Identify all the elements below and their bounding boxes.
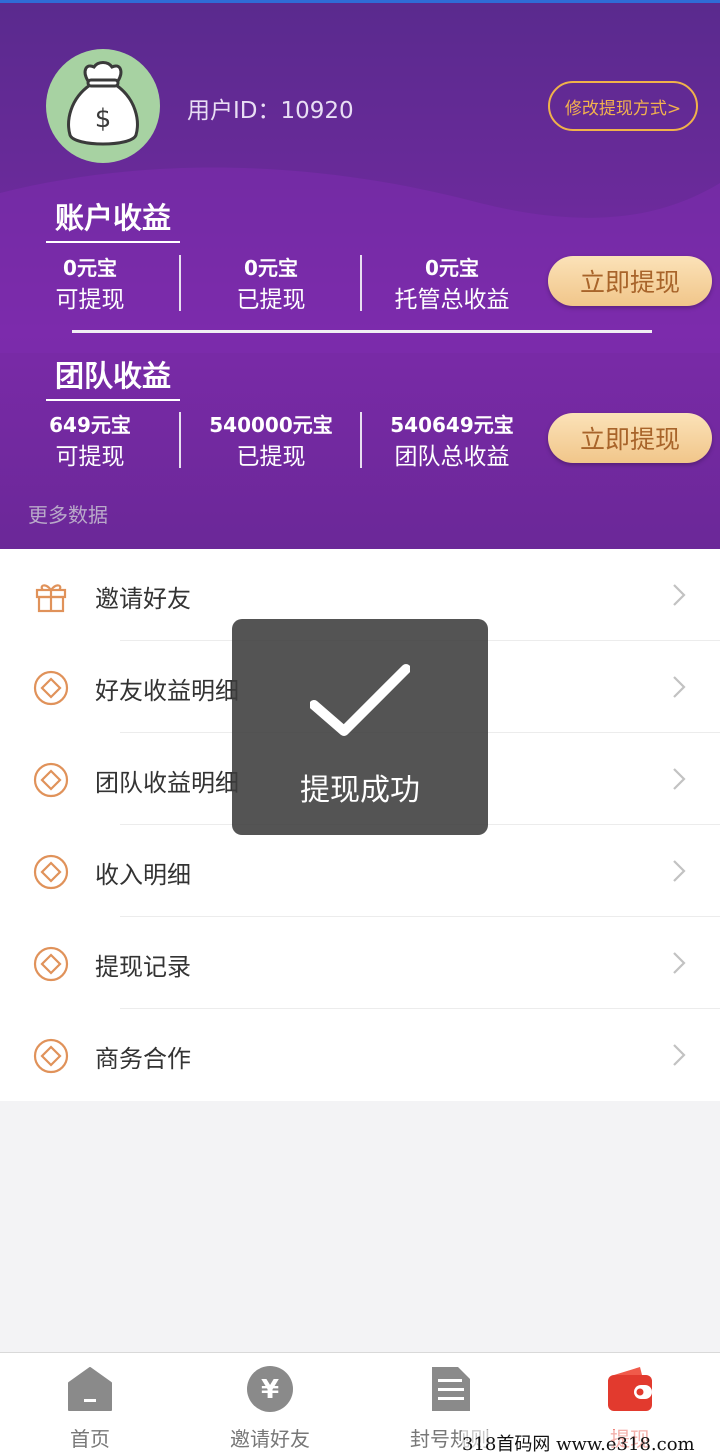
diamond-coin-icon <box>33 1038 69 1074</box>
team-withdraw-button[interactable]: 立即提现 <box>548 413 712 463</box>
divider <box>360 255 362 311</box>
money-bag-icon: $ <box>67 61 139 146</box>
tab-label: 首页 <box>70 1427 110 1451</box>
success-toast: 提现成功 <box>232 619 488 835</box>
account-withdrawn-label: 已提现 <box>236 287 306 313</box>
divider <box>360 412 362 468</box>
team-earnings-title: 团队收益 <box>46 353 180 401</box>
avatar: $ <box>46 49 160 163</box>
divider <box>179 412 181 468</box>
account-withdraw-button[interactable]: 立即提现 <box>548 256 712 306</box>
diamond-coin-icon <box>33 854 69 890</box>
modify-withdraw-method-button[interactable]: 修改提现方式> <box>548 81 698 131</box>
toast-text: 提现成功 <box>300 773 420 808</box>
menu-item-label: 商务合作 <box>95 1045 191 1073</box>
more-data-link[interactable]: 更多数据 <box>28 499 108 528</box>
menu-item-withdraw-records[interactable]: 提现记录 <box>0 917 720 1009</box>
menu-item-label: 团队收益明细 <box>95 769 239 797</box>
watermark: 318首码网 www.e318.com <box>462 1430 695 1453</box>
diamond-coin-icon <box>33 762 69 798</box>
menu-item-label: 好友收益明细 <box>95 677 239 705</box>
account-total-label: 托管总收益 <box>394 287 510 313</box>
team-total-value: 540649元宝 <box>390 413 514 437</box>
account-earnings-title: 账户收益 <box>46 195 180 243</box>
document-icon <box>432 1367 470 1411</box>
team-withdrawn-label: 已提现 <box>236 444 306 470</box>
account-total-value: 0元宝 <box>425 256 479 280</box>
section-separator <box>72 330 652 333</box>
chevron-right-icon <box>673 860 686 882</box>
account-available-label: 可提现 <box>55 287 125 313</box>
tab-label: 邀请好友 <box>230 1427 310 1451</box>
account-withdrawn-value: 0元宝 <box>244 256 298 280</box>
account-available-value: 0元宝 <box>63 256 117 280</box>
menu-item-label: 提现记录 <box>95 953 191 981</box>
team-stat-available: 649元宝 可提现 <box>10 409 170 471</box>
chevron-right-icon <box>673 676 686 698</box>
team-stat-withdrawn: 540000元宝 已提现 <box>191 409 351 471</box>
account-stat-total: 0元宝 托管总收益 <box>372 252 532 314</box>
account-stat-available: 0元宝 可提现 <box>10 252 170 314</box>
menu-item-label: 收入明细 <box>95 861 191 889</box>
chevron-right-icon <box>673 952 686 974</box>
gift-icon <box>35 584 67 613</box>
yen-coin-icon: ¥ <box>247 1366 293 1412</box>
team-stat-total: 540649元宝 团队总收益 <box>372 409 532 471</box>
home-icon <box>68 1367 112 1411</box>
team-available-value: 649元宝 <box>49 413 131 437</box>
menu-item-business-cooperation[interactable]: 商务合作 <box>0 1009 720 1101</box>
svg-text:$: $ <box>95 104 112 134</box>
diamond-coin-icon <box>33 946 69 982</box>
divider <box>179 255 181 311</box>
earnings-header: $ 用户ID：10920 修改提现方式> 账户收益 0元宝 可提现 0元宝 已提… <box>0 3 720 549</box>
menu-item-label: 邀请好友 <box>95 585 191 613</box>
team-total-label: 团队总收益 <box>394 444 510 470</box>
tab-home[interactable]: 首页 <box>0 1353 180 1453</box>
menu-item-income-details[interactable]: 收入明细 <box>0 825 720 917</box>
account-stat-withdrawn: 0元宝 已提现 <box>191 252 351 314</box>
chevron-right-icon <box>673 584 686 606</box>
chevron-right-icon <box>673 768 686 790</box>
svg-text:¥: ¥ <box>261 1375 279 1405</box>
wallet-icon <box>608 1367 652 1411</box>
chevron-right-icon <box>673 1044 686 1066</box>
checkmark-icon <box>310 664 410 736</box>
team-withdrawn-value: 540000元宝 <box>209 413 333 437</box>
tab-invite-friends[interactable]: ¥ 邀请好友 <box>180 1353 360 1453</box>
diamond-coin-icon <box>33 670 69 706</box>
user-id: 用户ID：10920 <box>187 98 354 124</box>
team-available-label: 可提现 <box>55 444 125 470</box>
